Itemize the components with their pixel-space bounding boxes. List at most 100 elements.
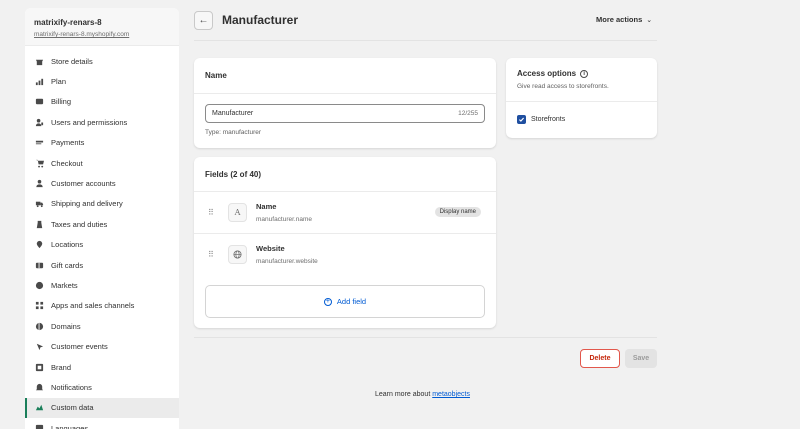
sidebar-item-customer-accounts[interactable]: Customer accounts bbox=[25, 173, 179, 193]
billing-icon bbox=[35, 97, 44, 106]
sidebar-item-store-details[interactable]: Store details bbox=[25, 51, 179, 71]
store-header[interactable]: matrixify-renars-8 matrixify-renars-8.my… bbox=[25, 8, 179, 46]
sidebar-item-payments[interactable]: Payments bbox=[25, 133, 179, 153]
learn-more-prefix: Learn more about bbox=[375, 391, 431, 398]
location-icon bbox=[35, 240, 44, 249]
sidebar-item-label: Brand bbox=[51, 362, 72, 372]
field-row-website[interactable]: ⠿ Website manufacturer.website bbox=[194, 233, 496, 275]
sidebar-item-customer-events[interactable]: Customer events bbox=[25, 336, 179, 356]
sidebar-item-languages[interactable]: Languages bbox=[25, 418, 179, 429]
bell-icon bbox=[35, 383, 44, 392]
sidebar-item-label: Markets bbox=[51, 280, 78, 290]
sidebar-item-shipping-and-delivery[interactable]: Shipping and delivery bbox=[25, 194, 179, 214]
add-field-button[interactable]: + Add field bbox=[205, 285, 485, 318]
sidebar-item-label: Domains bbox=[51, 321, 81, 331]
store-icon bbox=[35, 57, 44, 66]
sidebar-item-label: Gift cards bbox=[51, 260, 84, 270]
sidebar-item-plan[interactable]: Plan bbox=[25, 71, 179, 91]
sidebar-item-billing[interactable]: Billing bbox=[25, 92, 179, 112]
add-field-label: Add field bbox=[336, 297, 367, 306]
events-icon bbox=[35, 342, 44, 351]
settings-nav: Store details Plan Billing Users and permis… bbox=[25, 46, 179, 429]
header-divider bbox=[194, 40, 657, 41]
card-divider bbox=[506, 101, 657, 102]
learn-more-text: Learn more about metaobjects bbox=[375, 391, 470, 398]
globe-icon bbox=[228, 245, 247, 264]
name-card-title: Name bbox=[205, 71, 227, 80]
users-icon bbox=[35, 118, 44, 127]
fields-card-title: Fields (2 of 40) bbox=[205, 170, 262, 179]
custom-data-icon bbox=[35, 403, 44, 412]
field-name: Name bbox=[256, 202, 277, 211]
name-input[interactable]: Manufacturer 12/255 bbox=[205, 104, 485, 123]
arrow-left-icon: ← bbox=[198, 15, 209, 26]
sidebar-item-domains[interactable]: Domains bbox=[25, 316, 179, 336]
sidebar-item-locations[interactable]: Locations bbox=[25, 235, 179, 255]
delete-button[interactable]: Delete bbox=[580, 349, 620, 368]
store-name: matrixify-renars-8 bbox=[34, 18, 102, 27]
sidebar-item-label: Store details bbox=[51, 56, 93, 66]
save-button[interactable]: Save bbox=[625, 349, 657, 368]
sidebar-item-brand[interactable]: Brand bbox=[25, 357, 179, 377]
sidebar-item-notifications[interactable]: Notifications bbox=[25, 377, 179, 397]
sidebar-item-label: Payments bbox=[51, 138, 85, 148]
truck-icon bbox=[35, 199, 44, 208]
sidebar-item-label: Users and permissions bbox=[51, 117, 128, 127]
chevron-down-icon: ⌄ bbox=[646, 16, 653, 24]
name-card: Name Manufacturer 12/255 Type: manufactu… bbox=[194, 58, 496, 148]
footer-divider bbox=[194, 337, 657, 338]
sidebar-item-label: Shipping and delivery bbox=[51, 199, 123, 209]
sidebar-item-markets[interactable]: Markets bbox=[25, 275, 179, 295]
access-options-card: Access options i Give read access to sto… bbox=[506, 58, 657, 138]
settings-sidebar: matrixify-renars-8 matrixify-renars-8.my… bbox=[25, 8, 179, 429]
store-url[interactable]: matrixify-renars-8.myshopify.com bbox=[34, 31, 179, 38]
field-key: manufacturer.website bbox=[256, 258, 318, 265]
sidebar-item-taxes-and-duties[interactable]: Taxes and duties bbox=[25, 214, 179, 234]
storefronts-label: Storefronts bbox=[531, 116, 566, 123]
access-options-subtitle: Give read access to storefronts. bbox=[517, 83, 609, 90]
card-divider bbox=[194, 93, 496, 94]
brand-icon bbox=[35, 363, 44, 372]
access-options-label: Access options bbox=[517, 69, 577, 78]
metaobjects-link[interactable]: metaobjects bbox=[432, 391, 470, 398]
storefronts-checkbox[interactable] bbox=[517, 115, 526, 124]
globe-icon bbox=[35, 281, 44, 290]
more-actions-label: More actions bbox=[596, 15, 643, 24]
sidebar-item-custom-data[interactable]: Custom data bbox=[25, 397, 179, 419]
page-title: Manufacturer bbox=[222, 13, 299, 27]
display-name-badge: Display name bbox=[434, 207, 481, 217]
access-options-title: Access options i bbox=[517, 69, 589, 78]
sidebar-item-apps-and-sales-channels[interactable]: Apps and sales channels bbox=[25, 296, 179, 316]
sidebar-item-label: Checkout bbox=[51, 158, 83, 168]
sidebar-item-label: Locations bbox=[51, 240, 84, 250]
info-icon[interactable]: i bbox=[580, 69, 589, 78]
fields-card: Fields (2 of 40) ⠿ A Name manufacturer.n… bbox=[194, 157, 496, 328]
plan-icon bbox=[35, 77, 44, 86]
drag-handle-icon[interactable]: ⠿ bbox=[208, 250, 214, 259]
drag-handle-icon[interactable]: ⠿ bbox=[208, 208, 214, 217]
type-line: Type: manufacturer bbox=[205, 129, 261, 136]
text-type-icon: A bbox=[228, 203, 247, 222]
type-value: manufacturer bbox=[222, 129, 262, 136]
sidebar-item-label: Languages bbox=[51, 423, 89, 429]
plus-circle-icon: + bbox=[323, 297, 332, 306]
languages-icon bbox=[35, 424, 44, 429]
char-count: 12/255 bbox=[458, 110, 478, 117]
sidebar-item-label: Notifications bbox=[51, 382, 92, 392]
sidebar-item-label: Apps and sales channels bbox=[51, 301, 135, 311]
field-row-name[interactable]: ⠿ A Name manufacturer.name Display name bbox=[194, 191, 496, 233]
sidebar-item-users-and-permissions[interactable]: Users and permissions bbox=[25, 112, 179, 132]
cart-icon bbox=[35, 159, 44, 168]
payments-icon bbox=[35, 138, 44, 147]
sidebar-item-label: Customer events bbox=[51, 342, 108, 352]
sidebar-item-gift-cards[interactable]: Gift cards bbox=[25, 255, 179, 275]
sidebar-item-label: Plan bbox=[51, 77, 67, 87]
sidebar-item-checkout[interactable]: Checkout bbox=[25, 153, 179, 173]
storefronts-checkbox-row[interactable]: Storefronts bbox=[517, 115, 565, 124]
more-actions-button[interactable]: More actions ⌄ bbox=[596, 15, 652, 24]
field-name: Website bbox=[256, 244, 285, 253]
sidebar-item-label: Billing bbox=[51, 97, 72, 107]
back-button[interactable]: ← bbox=[194, 11, 213, 30]
sidebar-item-label: Custom data bbox=[51, 403, 94, 413]
field-key: manufacturer.name bbox=[256, 216, 313, 223]
